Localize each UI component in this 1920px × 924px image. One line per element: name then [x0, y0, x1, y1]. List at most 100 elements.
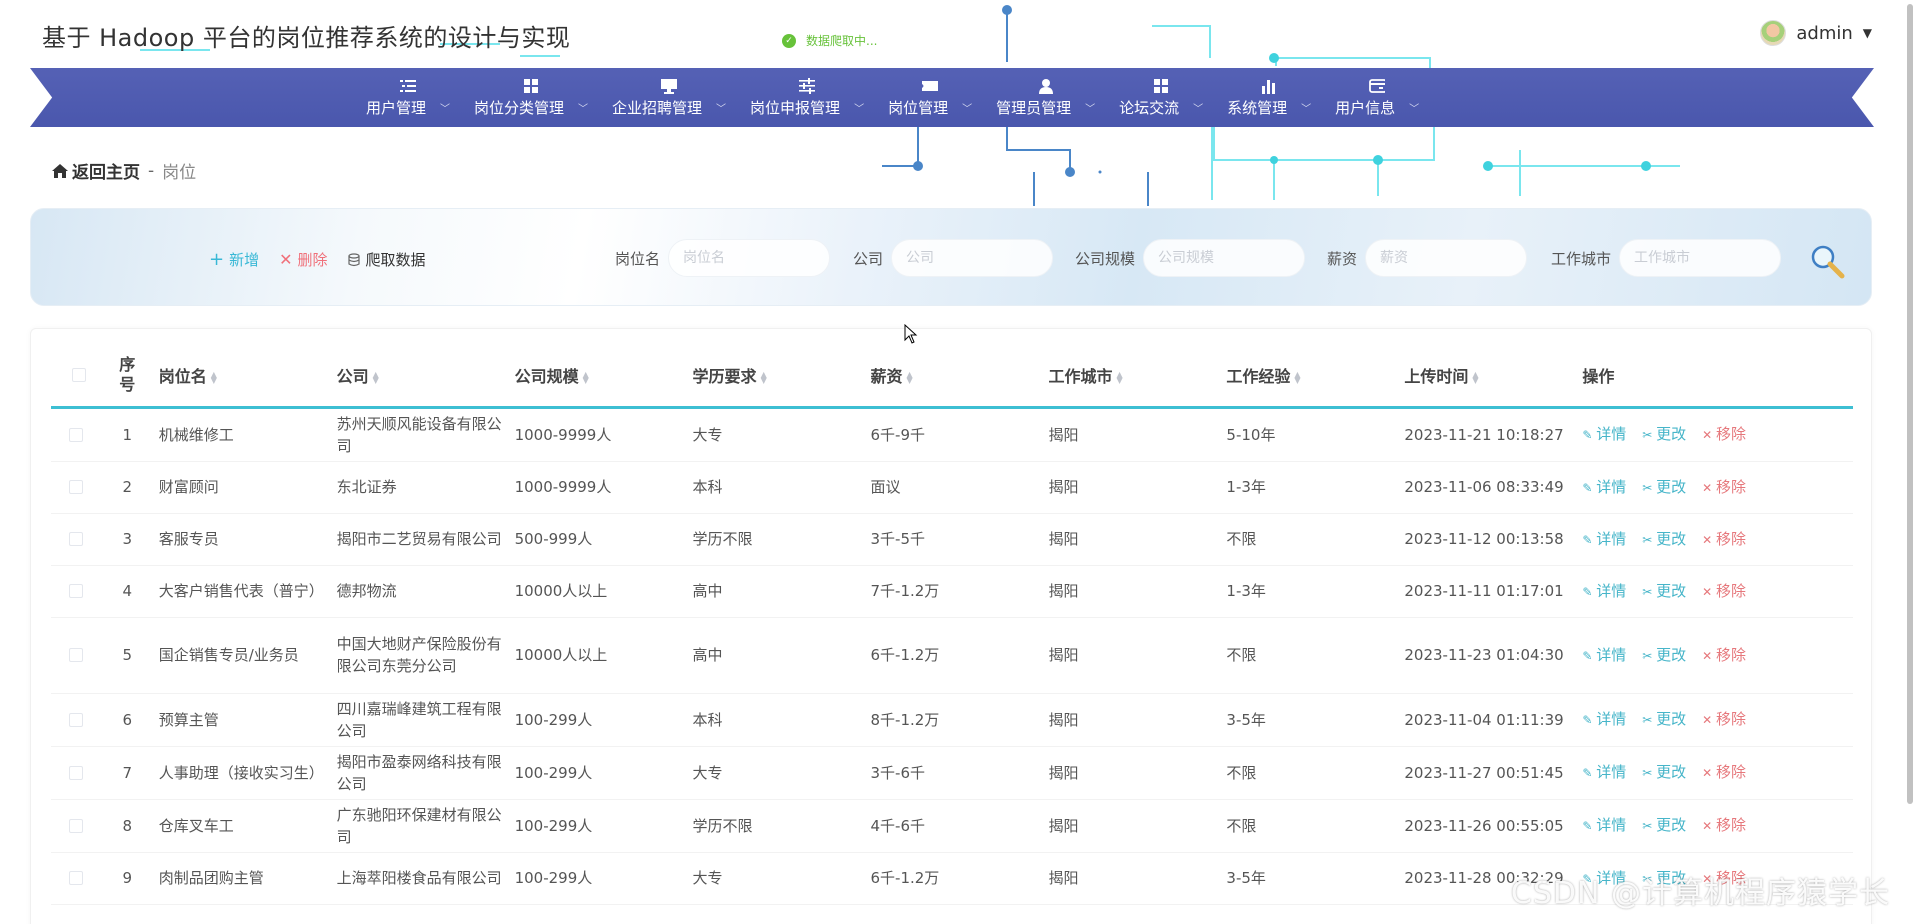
cell-seq: 4 [101, 565, 153, 618]
row-checkbox[interactable] [69, 480, 84, 494]
remove-button[interactable]: ✕ 移除 [1702, 708, 1746, 731]
chevron-down-icon: ﹀ [1409, 103, 1420, 115]
remove-button-label: 移除 [1715, 477, 1746, 496]
search-icon[interactable] [1809, 243, 1845, 279]
header-company-scale[interactable]: 公司规模 ▲ ▼ [508, 345, 687, 409]
cell-job-name: 财富顾问 [152, 461, 331, 514]
header-salary[interactable]: 薪资 ▲ ▼ [864, 345, 1043, 409]
detail-button[interactable]: ✎ 详情 [1582, 708, 1626, 731]
eye-icon: ✎ [1582, 819, 1597, 833]
remove-button[interactable]: ✕ 移除 [1702, 814, 1746, 837]
header-work-city[interactable]: 工作城市 ▲ ▼ [1042, 345, 1221, 409]
row-checkbox[interactable] [69, 818, 84, 833]
close-icon: ✕ [1702, 648, 1716, 663]
row-checkbox[interactable] [69, 584, 84, 598]
grid-icon [1153, 78, 1169, 94]
nav-item-user-info[interactable]: 用户信息 ﹀ [1323, 68, 1431, 127]
nav-item-forum[interactable]: 论坛交流 ﹀ [1107, 68, 1215, 127]
detail-button[interactable]: ✎ 详情 [1582, 423, 1626, 446]
cell-ops: ✎ 详情 ✂ 更改 ✕ 移除 [1576, 407, 1853, 462]
crawl-data-button[interactable]: 爬取数据 [347, 249, 426, 270]
cell-company: 广东驰阳环保建材有限公司 [330, 799, 509, 853]
breadcrumb-separator: - [148, 160, 155, 181]
edit-button[interactable]: ✂ 更改 [1642, 476, 1686, 499]
work-city-input[interactable] [1619, 239, 1782, 277]
tools-icon: ✂ [1642, 480, 1657, 495]
row-checkbox[interactable] [69, 871, 84, 885]
edit-button-label: 更改 [1656, 477, 1687, 496]
cell-company: 东北证券 [330, 461, 509, 514]
row-checkbox[interactable] [69, 532, 84, 546]
edit-button[interactable]: ✂ 更改 [1642, 528, 1686, 551]
company-scale-input[interactable] [1143, 239, 1306, 277]
cell-experience: 1-3年 [1220, 565, 1399, 618]
edit-button[interactable]: ✂ 更改 [1642, 580, 1686, 603]
add-button[interactable]: + 新增 [209, 249, 259, 270]
cell-education: 高中 [686, 617, 865, 694]
breadcrumb-home-label: 返回主页 [72, 163, 140, 183]
page-scrollbar[interactable] [1906, 0, 1914, 924]
close-icon: ✕ [1702, 766, 1716, 780]
header-experience[interactable]: 工作经验 ▲ ▼ [1220, 345, 1399, 409]
row-checkbox[interactable] [69, 648, 84, 662]
scrollbar-thumb[interactable] [1907, 4, 1913, 804]
salary-input[interactable] [1365, 239, 1528, 277]
row-checkbox[interactable] [69, 427, 84, 442]
edit-button[interactable]: ✂ 更改 [1642, 708, 1686, 731]
nav-item-enterprise-recruit[interactable]: 企业招聘管理 ﹀ [600, 68, 738, 127]
cell-experience: 1-3年 [1220, 461, 1399, 514]
edit-button[interactable]: ✂ 更改 [1642, 761, 1686, 784]
remove-button[interactable]: ✕ 移除 [1702, 644, 1746, 667]
plus-icon: + [209, 249, 225, 270]
remove-button[interactable]: ✕ 移除 [1702, 580, 1746, 603]
remove-button-label: 移除 [1715, 581, 1746, 600]
user-menu[interactable]: admin ▼ [1760, 20, 1872, 46]
nav-item-user-management[interactable]: 用户管理 ﹀ [354, 68, 462, 127]
cell-company-scale: 10000人以上 [508, 617, 687, 694]
chevron-down-icon: ﹀ [578, 103, 589, 115]
detail-button[interactable]: ✎ 详情 [1582, 814, 1626, 837]
nav-item-job-category[interactable]: 岗位分类管理 ﹀ [462, 68, 600, 127]
detail-button-label: 详情 [1596, 529, 1627, 548]
row-checkbox[interactable] [69, 712, 84, 727]
nav-item-label: 系统管理 [1227, 98, 1288, 117]
cell-seq: 6 [101, 693, 153, 747]
eye-icon: ✎ [1582, 766, 1597, 780]
remove-button[interactable]: ✕ 移除 [1702, 476, 1746, 499]
row-checkbox-cell [51, 513, 102, 566]
detail-button[interactable]: ✎ 详情 [1582, 644, 1626, 667]
edit-button[interactable]: ✂ 更改 [1642, 644, 1686, 667]
edit-button[interactable]: ✂ 更改 [1642, 814, 1686, 837]
nav-item-job-application[interactable]: 岗位申报管理 ﹀ [738, 68, 876, 127]
search-panel: + 新增 ✕ 删除 爬取数据 岗位名 公司 公司规模 薪资 工作城市 [30, 208, 1872, 306]
nav-item-admin-management[interactable]: 管理员管理 ﹀ [984, 68, 1107, 127]
job-name-input[interactable] [668, 239, 831, 277]
header-upload-time[interactable]: 上传时间 ▲ ▼ [1398, 345, 1577, 409]
breadcrumb-home[interactable]: 返回主页 [52, 158, 140, 183]
remove-button[interactable]: ✕ 移除 [1702, 761, 1746, 784]
sort-icon: ▲ ▼ [1116, 369, 1123, 385]
header-education[interactable]: 学历要求 ▲ ▼ [686, 345, 865, 409]
remove-button[interactable]: ✕ 移除 [1702, 528, 1746, 551]
remove-button[interactable]: ✕ 移除 [1702, 423, 1746, 446]
delete-button[interactable]: ✕ 删除 [279, 249, 327, 270]
detail-button[interactable]: ✎ 详情 [1582, 580, 1626, 603]
detail-button[interactable]: ✎ 详情 [1582, 528, 1626, 551]
company-input[interactable] [891, 239, 1054, 277]
header-company[interactable]: 公司 ▲ ▼ [330, 345, 509, 409]
nav-item-label: 管理员管理 [996, 98, 1072, 117]
detail-button[interactable]: ✎ 详情 [1582, 476, 1626, 499]
header-job-name[interactable]: 岗位名 ▲ ▼ [152, 345, 331, 409]
cell-company: 四川嘉瑞峰建筑工程有限公司 [330, 693, 509, 747]
nav-item-system-management[interactable]: 系统管理 ﹀ [1215, 68, 1323, 127]
detail-button[interactable]: ✎ 详情 [1582, 761, 1626, 784]
row-checkbox-cell [51, 746, 102, 800]
edit-button[interactable]: ✂ 更改 [1642, 423, 1686, 446]
cell-experience: 不限 [1220, 617, 1399, 694]
remove-button-label: 移除 [1715, 645, 1746, 664]
cell-education: 学历不限 [686, 513, 865, 566]
select-all-checkbox[interactable] [72, 368, 87, 383]
row-checkbox[interactable] [69, 765, 84, 780]
cell-company: 德邦物流 [330, 565, 509, 618]
nav-item-job-management[interactable]: 岗位管理 ﹀ [876, 68, 984, 127]
